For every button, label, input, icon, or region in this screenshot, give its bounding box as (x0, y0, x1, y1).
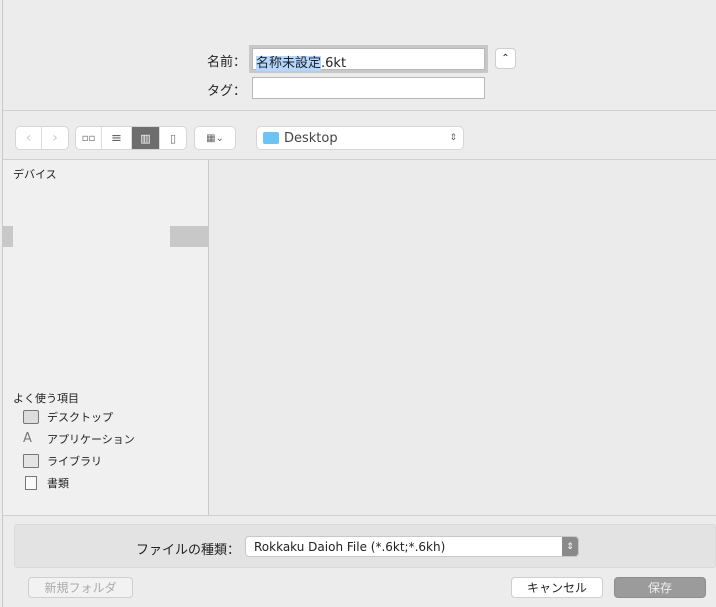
sidebar-scroll-marker (170, 226, 209, 247)
sidebar-item-label: ライブラリ (47, 455, 102, 468)
collapse-button[interactable]: ⌃ (495, 48, 516, 69)
filetype-select[interactable]: Rokkaku Daioh File (*.6kt;*.6kh) ⇕ (245, 536, 579, 557)
folder-icon (23, 454, 39, 468)
file-browser[interactable] (210, 160, 716, 515)
location-label: Desktop (284, 130, 338, 146)
favorites-header: よく使う項目 (13, 392, 79, 405)
new-folder-button[interactable]: 新規フォルダ (28, 577, 133, 598)
name-input[interactable]: 名称未設定.6kt (252, 48, 485, 71)
column-view-icon[interactable]: ▥ (132, 127, 160, 149)
sidebar-scroll-marker (3, 226, 13, 247)
location-popup[interactable]: Desktop ⇕ (257, 127, 463, 149)
filetype-label: ファイルの種類： (135, 543, 240, 558)
coverflow-view-icon[interactable]: ▯ (160, 127, 186, 149)
name-selected-text: 名称未設定 (256, 56, 322, 71)
sidebar-item-label: アプリケーション (47, 433, 135, 446)
updown-icon: ⇕ (562, 537, 578, 556)
updown-icon: ⇕ (449, 133, 457, 143)
sidebar-item-library[interactable]: ライブラリ (23, 453, 102, 469)
sidebar-item-label: デスクトップ (47, 411, 113, 424)
nav-buttons: ‹ › (16, 127, 68, 149)
desktop-icon (23, 410, 39, 424)
sidebar-item-applications[interactable]: A アプリケーション (23, 431, 135, 447)
forward-button[interactable]: › (42, 127, 68, 149)
divider (3, 515, 716, 516)
back-button[interactable]: ‹ (16, 127, 42, 149)
sidebar: デバイス よく使う項目 デスクトップ A アプリケーション ライブラリ 書類 (3, 160, 209, 515)
folder-icon (263, 132, 279, 144)
view-mode-buttons: ▫▫ ≡ ▥ ▯ (76, 127, 186, 149)
documents-icon (25, 476, 37, 490)
arrange-icon: ▦⌄ (206, 132, 224, 144)
applications-icon: A (23, 431, 32, 446)
arrange-button[interactable]: ▦⌄ (195, 127, 235, 149)
cancel-button[interactable]: キャンセル (511, 577, 603, 598)
name-extension-text: .6kt (321, 56, 347, 71)
list-view-icon[interactable]: ≡ (102, 127, 132, 149)
icon-view-icon[interactable]: ▫▫ (76, 127, 102, 149)
filetype-value: Rokkaku Daioh File (*.6kt;*.6kh) (254, 539, 446, 554)
save-button[interactable]: 保存 (614, 577, 706, 598)
sidebar-item-documents[interactable]: 書類 (23, 475, 69, 491)
sidebar-item-desktop[interactable]: デスクトップ (23, 409, 113, 425)
sidebar-item-label: 書類 (47, 477, 69, 490)
devices-header: デバイス (13, 168, 57, 181)
tag-input[interactable] (252, 77, 485, 99)
tag-label: タグ： (206, 84, 246, 99)
divider (3, 110, 716, 111)
name-label: 名前： (206, 55, 246, 70)
